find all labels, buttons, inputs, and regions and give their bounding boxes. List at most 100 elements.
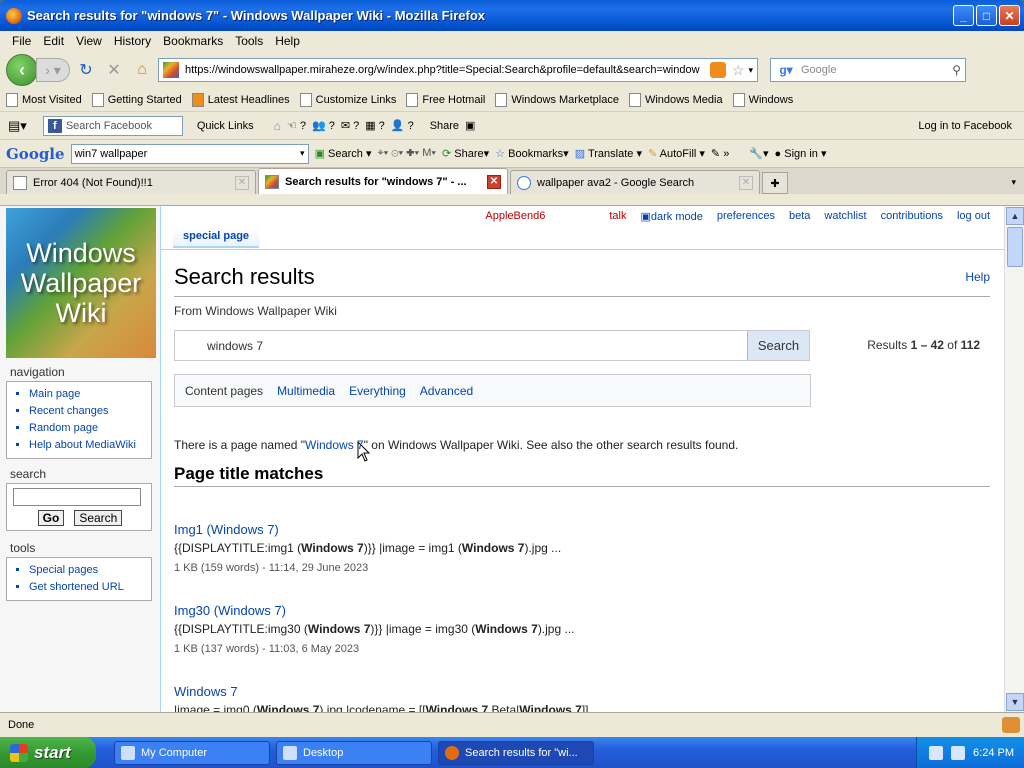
result-title-link[interactable]: Img1 (Windows 7) [174,522,974,537]
fb-events-icon[interactable]: ▦ ? [365,119,385,132]
tab-search-results[interactable]: Search results for "windows 7" - ... ✕ [258,168,508,194]
menu-tools[interactable]: Tools [229,34,269,48]
google-query-text[interactable]: win7 wallpaper [75,148,148,160]
bookmark-windows-marketplace[interactable]: Windows Marketplace [495,93,619,107]
minimize-button[interactable]: _ [953,5,974,26]
tab-google-search[interactable]: wallpaper ava2 - Google Search ✕ [510,170,760,194]
url-dropdown-icon[interactable]: ▾ [748,65,753,76]
nav-main-page[interactable]: Main page [29,386,151,403]
watchlist-link[interactable]: watchlist [824,210,866,223]
menu-edit[interactable]: Edit [37,34,70,48]
volume-icon[interactable] [951,745,966,760]
fb-groups-icon[interactable]: 👤 ? [391,119,414,132]
tab-close-icon[interactable]: ✕ [739,175,753,190]
start-button[interactable]: start [0,737,96,768]
stop-icon[interactable]: ✕ [102,58,126,82]
profile-everything[interactable]: Everything [349,384,406,398]
new-tab-button[interactable]: ✚ [762,172,788,194]
preferences-link[interactable]: preferences [717,210,775,223]
maximize-button[interactable]: □ [976,5,997,26]
contributions-link[interactable]: contributions [881,210,943,223]
bookmark-star-icon[interactable]: ☆ [732,62,745,79]
profile-multimedia[interactable]: Multimedia [277,384,335,398]
menu-history[interactable]: History [108,34,157,48]
fb-share-button[interactable]: Share [430,120,459,132]
sidebar-search-input[interactable] [13,488,141,506]
google-settings-button[interactable]: 🔧▾ [749,147,768,160]
google-more-button[interactable]: ✎ » [711,147,729,160]
menu-bookmarks[interactable]: Bookmarks [157,34,229,48]
scroll-down-icon[interactable]: ▼ [1006,693,1024,711]
search-submit-button[interactable]: Search [747,331,809,360]
bookmark-free-hotmail[interactable]: Free Hotmail [406,93,485,107]
profile-advanced[interactable]: Advanced [420,384,473,398]
back-button[interactable]: ‹ [6,54,38,86]
vertical-scrollbar[interactable]: ▲ ▼ [1004,206,1024,712]
scroll-thumb[interactable] [1007,227,1023,267]
bookmark-most-visited[interactable]: Most Visited [6,93,82,107]
google-logo[interactable]: Google [6,145,65,163]
fb-login-link[interactable]: Log in to Facebook [918,120,1012,132]
task-firefox[interactable]: Search results for "wi... [438,740,594,765]
magnifier-icon[interactable]: ⚲ [952,63,961,77]
google-signin-button[interactable]: ● Sign in ▾ [775,147,827,160]
google-toolbar-input[interactable]: win7 wallpaper ▾ [70,143,309,164]
home-icon[interactable]: ⌂ [130,58,154,82]
url-text[interactable]: https://windowswallpaper.miraheze.org/w/… [185,64,708,76]
rss-feed-icon[interactable] [709,62,726,78]
forward-button[interactable]: › ▾ [36,58,70,82]
clock[interactable]: 6:24 PM [973,747,1014,759]
facebook-search-input[interactable]: f Search Facebook [42,115,183,136]
sidebar-search-button[interactable]: Search [74,510,123,526]
exact-match-link[interactable]: Windows 7 [305,438,364,452]
tab-close-icon[interactable]: ✕ [235,175,249,190]
dark-mode-link[interactable]: ▣dark mode [641,210,703,223]
google-engine-icon[interactable]: g▾ [771,60,801,80]
talk-link[interactable]: talk [609,210,626,223]
bookmark-windows[interactable]: Windows [732,93,793,107]
task-desktop[interactable]: Desktop [276,740,432,765]
task-my-computer[interactable]: My Computer [114,740,270,765]
scroll-up-icon[interactable]: ▲ [1006,207,1024,225]
toolbar-menu-icon[interactable]: ▤▾ [8,118,27,134]
close-button[interactable]: ✕ [999,5,1020,26]
fb-messages-icon[interactable]: ✉ ? [341,119,359,132]
search-query-input[interactable]: windows 7 [175,331,747,360]
google-dropdown-icon[interactable]: ▾ [300,148,305,159]
menu-view[interactable]: View [70,34,108,48]
web-search-box[interactable]: g▾ Google ⚲ [770,58,966,82]
google-autofill-button[interactable]: ✎ AutoFill ▾ [648,147,705,160]
fb-pokes-icon[interactable]: ☜ ? [287,119,306,132]
help-link[interactable]: Help [965,270,990,284]
bookmark-latest-headlines[interactable]: Latest Headlines [191,93,290,107]
bookmark-getting-started[interactable]: Getting Started [91,93,182,107]
status-addon-icon[interactable] [1002,717,1020,733]
fb-home-icon[interactable]: ⌂ [274,119,281,133]
network-icon[interactable] [929,745,944,760]
menu-file[interactable]: File [6,34,37,48]
result-title-link[interactable]: Windows 7 [174,684,974,699]
bookmark-customize-links[interactable]: Customize Links [299,93,396,107]
logout-link[interactable]: log out [957,210,990,223]
quick-links-button[interactable]: Quick Links [197,120,254,132]
bookmark-windows-media[interactable]: Windows Media [628,93,723,107]
wiki-logo[interactable]: Windows Wallpaper Wiki [6,208,156,358]
google-translate-button[interactable]: ▨ Translate ▾ [575,147,642,160]
fb-friends-icon[interactable]: 👥 ? [312,119,335,132]
tools-shortened-url[interactable]: Get shortened URL [29,579,151,596]
nav-recent-changes[interactable]: Recent changes [29,403,151,420]
address-bar[interactable]: https://windowswallpaper.miraheze.org/w/… [158,58,758,82]
tools-special-pages[interactable]: Special pages [29,562,151,579]
tab-error-404[interactable]: Error 404 (Not Found)!!1 ✕ [6,170,256,194]
menu-help[interactable]: Help [269,34,306,48]
google-search-button[interactable]: ▣ Search ▾ [315,147,372,160]
result-title-link[interactable]: Img30 (Windows 7) [174,603,974,618]
nav-random-page[interactable]: Random page [29,420,151,437]
google-share-button[interactable]: ⟳ Share▾ [442,147,489,160]
tab-list-icon[interactable]: ▾ [1011,177,1016,188]
beta-link[interactable]: beta [789,210,810,223]
fb-share-icon[interactable]: ▣ [465,119,475,132]
profile-content-pages[interactable]: Content pages [185,384,263,398]
google-tools-icons[interactable]: ⌖▾ ⊙▾ ✚▾ M▾ [377,147,436,160]
tab-close-icon[interactable]: ✕ [487,174,501,189]
